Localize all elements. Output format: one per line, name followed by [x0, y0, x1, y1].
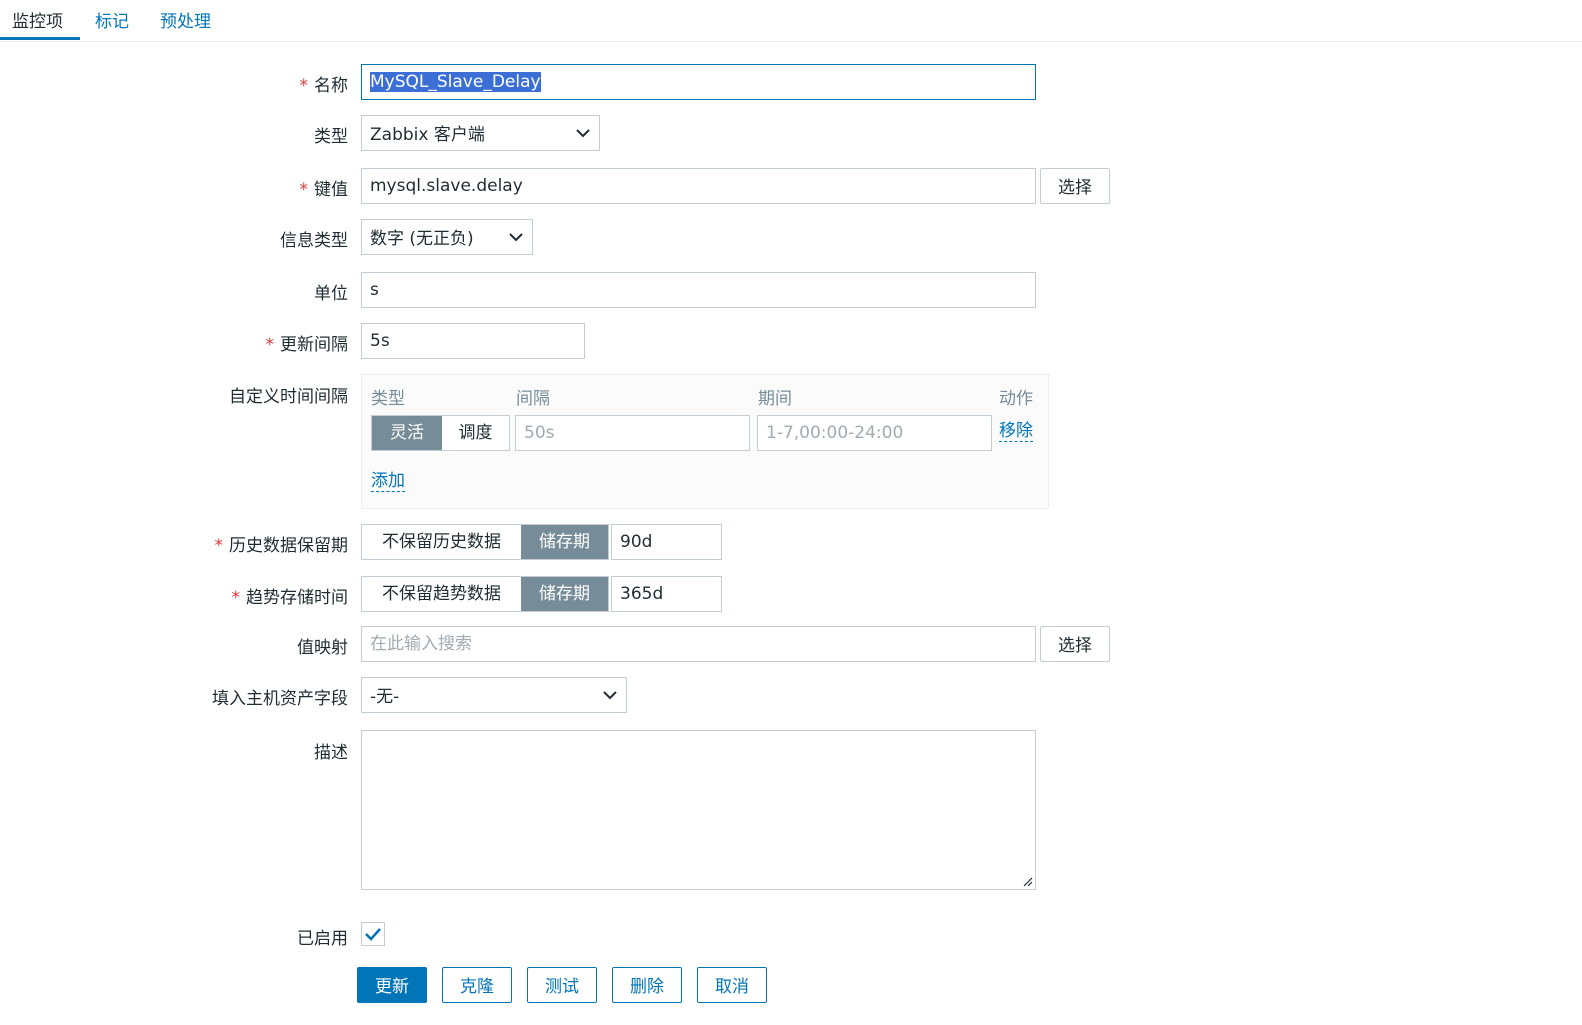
valuemap-label: 值映射 [297, 638, 348, 658]
type-select[interactable]: Zabbix 客户端 [361, 115, 600, 151]
info-type-select-value: 数字 (无正负) [370, 229, 474, 249]
update-interval-label-text: 更新间隔 [280, 335, 348, 355]
required-marker: * [214, 536, 224, 556]
name-input-value: MySQL_Slave_Delay [370, 72, 541, 92]
trends-label: * 趋势存储时间 [232, 583, 349, 608]
key-label-text: 键值 [314, 180, 348, 200]
inventory-select[interactable]: -无- [361, 677, 627, 713]
custom-intervals-table: 类型 间隔 期间 动作 灵活 调度 移除 添加 [361, 374, 1049, 509]
name-label-text: 名称 [314, 76, 348, 96]
history-input[interactable]: 90d [611, 524, 722, 560]
test-button[interactable]: 测试 [527, 967, 597, 1003]
col-header-action: 动作 [999, 389, 1033, 409]
tab-item[interactable]: 监控项 [12, 7, 63, 41]
inventory-label: 填入主机资产字段 [212, 689, 348, 709]
cancel-button[interactable]: 取消 [697, 967, 767, 1003]
add-link[interactable]: 添加 [371, 471, 405, 492]
check-icon [365, 928, 381, 941]
key-input[interactable]: mysql.slave.delay [361, 168, 1036, 204]
trends-storage-option[interactable]: 储存期 [521, 577, 608, 611]
interval-input[interactable] [515, 415, 750, 451]
trends-no-keep-option[interactable]: 不保留趋势数据 [362, 577, 521, 611]
units-input[interactable]: s [361, 272, 1036, 308]
update-button[interactable]: 更新 [357, 967, 427, 1003]
description-label: 描述 [314, 743, 348, 763]
name-input[interactable]: MySQL_Slave_Delay [361, 64, 1036, 100]
required-marker: * [299, 180, 309, 200]
col-header-type: 类型 [371, 389, 405, 409]
enabled-label: 已启用 [297, 929, 348, 949]
description-textarea[interactable] [361, 730, 1036, 890]
required-marker: * [231, 588, 241, 608]
history-no-keep-option[interactable]: 不保留历史数据 [362, 525, 521, 559]
history-label-text: 历史数据保留期 [229, 536, 348, 556]
tab-bar: 监控项 标记 预处理 [0, 0, 1582, 42]
update-interval-input[interactable]: 5s [361, 323, 585, 359]
enabled-checkbox[interactable] [361, 922, 385, 946]
flexible-option[interactable]: 灵活 [372, 416, 442, 450]
units-input-value: s [370, 280, 379, 300]
key-input-value: mysql.slave.delay [370, 176, 523, 196]
required-marker: * [299, 76, 309, 96]
required-marker: * [265, 335, 275, 355]
active-tab-indicator [0, 37, 80, 40]
tab-preprocessing[interactable]: 预处理 [160, 7, 211, 41]
info-type-select[interactable]: 数字 (无正负) [361, 219, 533, 255]
col-header-period: 期间 [758, 389, 792, 409]
trends-input[interactable]: 365d [611, 576, 722, 612]
valuemap-select-button[interactable]: 选择 [1040, 626, 1110, 662]
key-select-button[interactable]: 选择 [1040, 168, 1110, 204]
chevron-down-icon [603, 691, 617, 700]
scheduling-option[interactable]: 调度 [442, 416, 509, 450]
trends-label-text: 趋势存储时间 [246, 588, 348, 608]
period-input[interactable] [757, 415, 992, 451]
col-header-interval: 间隔 [516, 389, 550, 409]
chevron-down-icon [509, 233, 523, 242]
type-label: 类型 [314, 127, 348, 147]
name-label: * 名称 [300, 71, 349, 96]
clone-button[interactable]: 克隆 [442, 967, 512, 1003]
units-label: 单位 [314, 284, 348, 304]
history-toggle: 不保留历史数据 储存期 [361, 524, 609, 560]
history-storage-option[interactable]: 储存期 [521, 525, 608, 559]
custom-intervals-label: 自定义时间间隔 [229, 387, 348, 407]
trends-value: 365d [620, 584, 664, 604]
update-interval-label: * 更新间隔 [266, 330, 349, 355]
key-label: * 键值 [300, 175, 349, 200]
inventory-select-value: -无- [370, 687, 400, 707]
type-select-value: Zabbix 客户端 [370, 125, 485, 145]
chevron-down-icon [576, 129, 590, 138]
update-interval-value: 5s [370, 331, 390, 351]
remove-link[interactable]: 移除 [999, 421, 1033, 442]
history-value: 90d [620, 532, 653, 552]
tab-tags[interactable]: 标记 [95, 7, 129, 41]
interval-type-toggle: 灵活 调度 [371, 415, 510, 451]
delete-button[interactable]: 删除 [612, 967, 682, 1003]
trends-toggle: 不保留趋势数据 储存期 [361, 576, 609, 612]
info-type-label: 信息类型 [280, 231, 348, 251]
valuemap-search-input[interactable] [361, 626, 1036, 662]
resize-handle-icon[interactable] [1021, 875, 1033, 887]
history-label: * 历史数据保留期 [215, 531, 349, 556]
